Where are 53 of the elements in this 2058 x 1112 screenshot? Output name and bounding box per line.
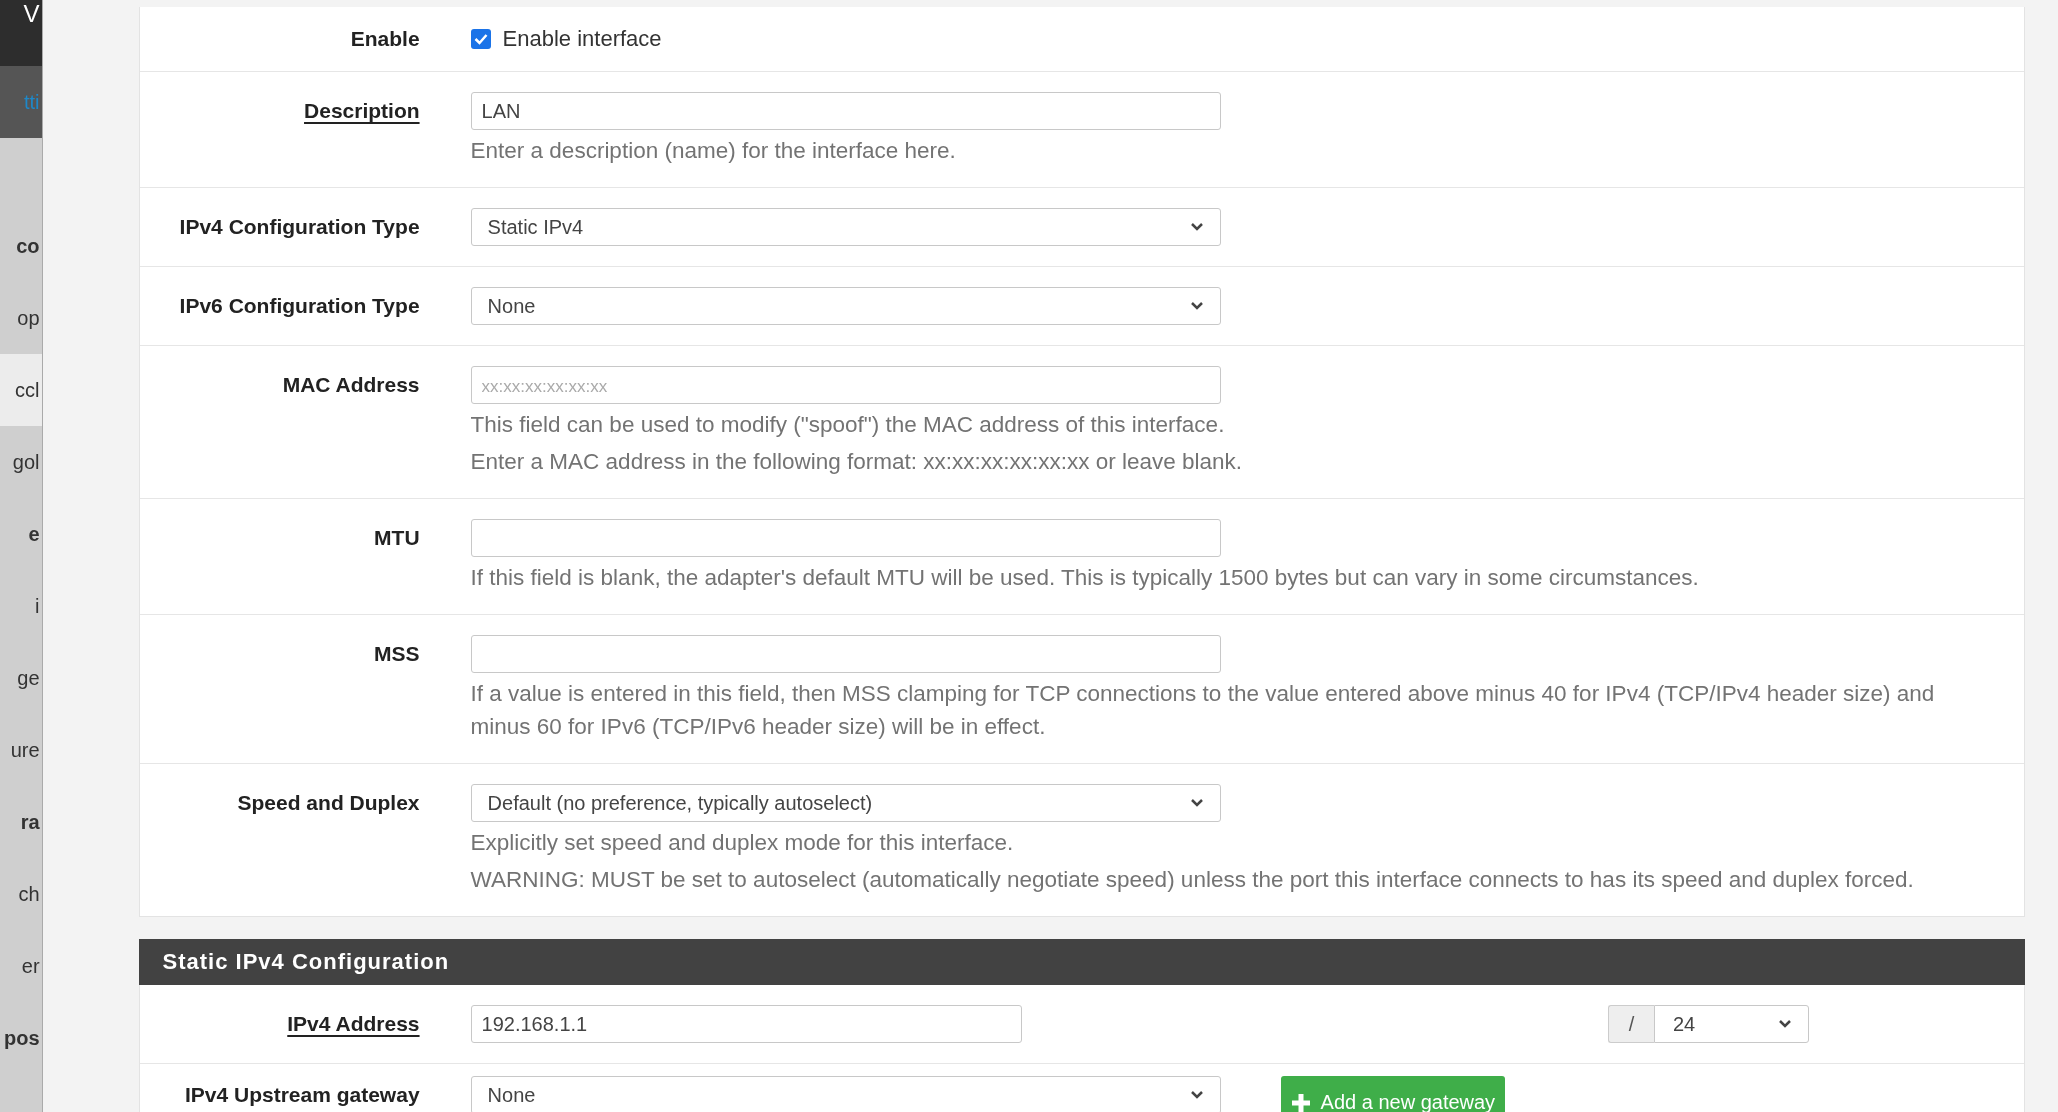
chevron-icon xyxy=(1189,798,1204,808)
chevron-icon xyxy=(1189,301,1204,311)
menu-item-text: gol xyxy=(12,450,40,474)
menu-item-text: ra xyxy=(20,810,40,834)
select-field[interactable]: None xyxy=(470,287,1221,325)
menu-item-text: ch xyxy=(18,882,40,906)
help-text: This field can be used to modify ("spoof") the MAC address of this interface. xyxy=(470,411,1226,439)
help-text: Enter a description (name) for the interface here. xyxy=(470,137,957,165)
slash-addon: / xyxy=(1608,1005,1654,1043)
field-label: IPv6 Configuration Type xyxy=(179,293,420,319)
checkbox[interactable] xyxy=(470,29,491,49)
help-text: If a value is entered in this field, then MSS clamping for TCP connections to the value entered above minus 40 for IPv4 (TCP/IPv4 header size) and minus 60 for IPv6 (TCP/IPv6 header size) will be in effect. xyxy=(470,680,1936,741)
field-label: IPv4 Configuration Type xyxy=(179,214,420,240)
help-text: Explicitly set speed and duplex mode for this interface. xyxy=(470,829,1015,857)
menu-item-text: op xyxy=(17,306,40,330)
field-label[interactable]: IPv4 Address xyxy=(287,1005,420,1043)
chevron-icon xyxy=(1778,1019,1792,1029)
checkbox-label: Enable interface xyxy=(502,26,662,52)
section-header: Static IPv4 Configuration xyxy=(138,939,2025,985)
text-field[interactable]: LAN xyxy=(470,92,1221,130)
help-text: Enter a MAC address in the following format: xx:xx:xx:xx:xx:xx or leave blank. xyxy=(470,448,1244,476)
select-field[interactable]: Default (no preference, typically autoselect) xyxy=(470,784,1221,822)
menu-item-text: ure xyxy=(10,738,40,762)
select-field[interactable]: Static IPv4 xyxy=(470,208,1221,246)
menu-item-text: er xyxy=(21,954,40,978)
field-label: MSS xyxy=(374,641,420,667)
menu-item-text: V xyxy=(23,0,40,28)
chevron-icon xyxy=(1189,222,1204,232)
menu-item-text: tti xyxy=(24,90,40,114)
menu-item-text: ge xyxy=(17,666,40,690)
help-text: If this field is blank, the adapter's default MTU will be used. This is typically 1500 bytes but can vary in some circumstances. xyxy=(470,564,1700,592)
mask-select[interactable]: 24 xyxy=(1654,1005,1809,1043)
ip-address-field[interactable]: 192.168.1.1 xyxy=(470,1005,1022,1043)
text-field[interactable] xyxy=(470,635,1221,673)
menu-item-text: co xyxy=(16,234,40,258)
field-label: MTU xyxy=(374,525,420,551)
field-label: Speed and Duplex xyxy=(237,790,420,816)
menu-item-text: i xyxy=(35,594,40,618)
menu-item-text: pos xyxy=(4,1026,40,1050)
plus-icon xyxy=(1290,1092,1311,1112)
menu-item[interactable]: ccl xyxy=(0,354,42,426)
field-label: MAC Address xyxy=(282,372,420,398)
menu-item[interactable]: V xyxy=(0,0,42,66)
field-label: Enable xyxy=(350,26,420,52)
select-field[interactable]: None xyxy=(470,1076,1221,1112)
chevron-icon xyxy=(1189,1090,1204,1100)
help-text: WARNING: MUST be set to autoselect (automatically negotiate speed) unless the port this interface connects to has its speed and duplex forced. xyxy=(470,866,1915,894)
field-label[interactable]: Description xyxy=(304,92,420,167)
menu-item-text: ccl xyxy=(15,378,40,402)
field-label: IPv4 Upstream gateway xyxy=(184,1082,420,1108)
text-field[interactable] xyxy=(470,519,1221,557)
menu-item-text: e xyxy=(28,522,40,546)
text-field[interactable]: xx:xx:xx:xx:xx:xx xyxy=(470,366,1221,404)
